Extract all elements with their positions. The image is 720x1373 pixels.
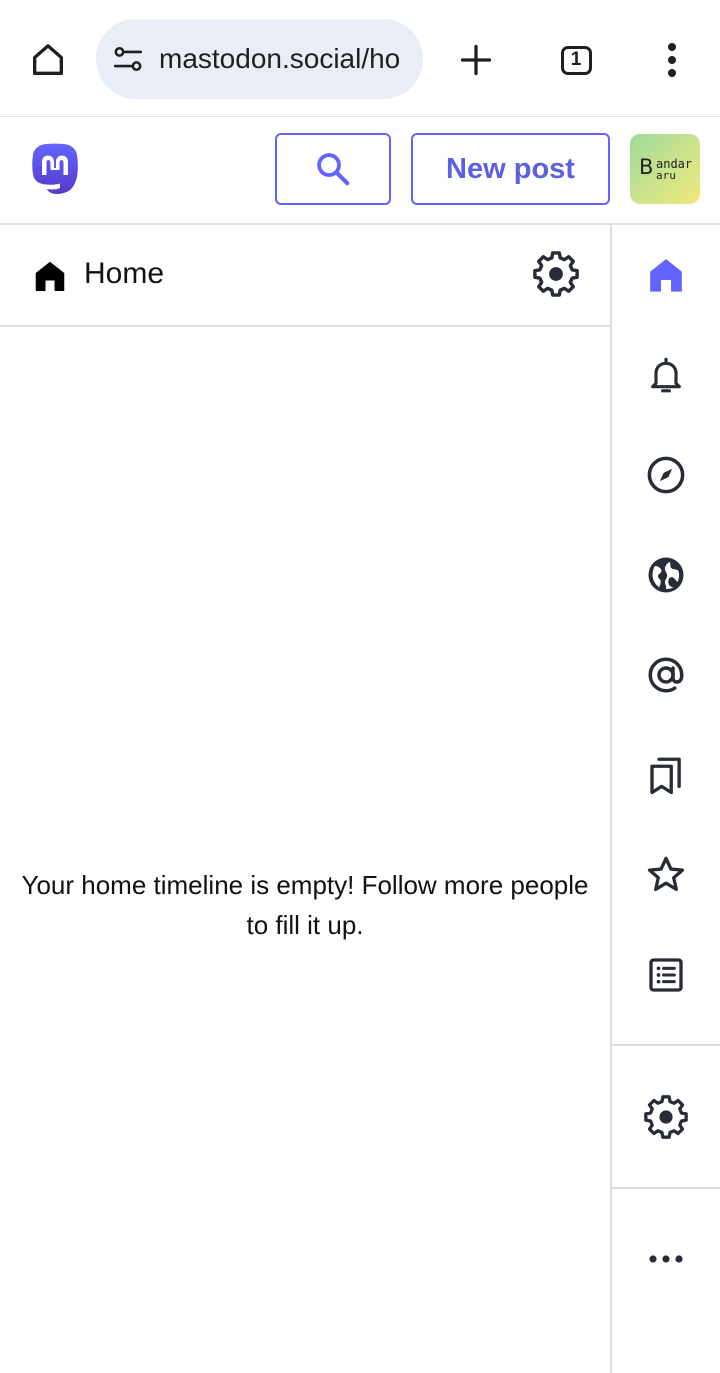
mastodon-logo-icon[interactable] xyxy=(30,143,80,195)
nav-more[interactable] xyxy=(612,1219,720,1299)
new-post-button[interactable]: New post xyxy=(411,133,610,205)
list-icon xyxy=(649,958,683,992)
nav-divider xyxy=(612,1187,720,1189)
bookmarks-icon xyxy=(650,757,681,795)
at-icon xyxy=(648,657,684,693)
nav-divider xyxy=(612,1044,720,1046)
plus-icon xyxy=(460,44,492,76)
nav-bookmarks[interactable] xyxy=(612,735,720,815)
tab-count: 1 xyxy=(570,49,582,70)
home-column: Home Your home timeline is empty! Follow… xyxy=(0,225,612,1373)
home-icon xyxy=(35,261,65,291)
home-icon xyxy=(650,259,682,292)
compass-icon xyxy=(647,456,685,494)
search-button[interactable] xyxy=(275,133,391,205)
column-header[interactable]: Home xyxy=(0,225,610,327)
browser-home-button[interactable] xyxy=(24,36,72,84)
browser-toolbar: mastodon.social/ho 1 xyxy=(0,0,720,117)
avatar-text-line2: aru xyxy=(656,169,676,182)
gear-icon xyxy=(644,1095,688,1139)
address-bar[interactable]: mastodon.social/ho xyxy=(96,19,423,99)
empty-timeline-message: Your home timeline is empty! Follow more… xyxy=(21,870,589,940)
avatar-initial: B xyxy=(639,155,654,179)
gear-icon[interactable] xyxy=(533,251,579,297)
column-title: Home xyxy=(84,257,165,290)
bell-icon xyxy=(651,357,681,393)
tabs-counter-icon: 1 xyxy=(560,45,592,75)
nav-home[interactable] xyxy=(612,235,720,315)
more-horizontal-icon xyxy=(649,1255,683,1263)
star-icon xyxy=(647,856,685,892)
home-outline-icon xyxy=(33,44,63,76)
nav-mentions[interactable] xyxy=(612,635,720,715)
nav-live-feeds[interactable] xyxy=(612,535,720,615)
globe-icon xyxy=(648,557,684,593)
nav-explore[interactable] xyxy=(612,435,720,515)
browser-menu-button[interactable] xyxy=(648,36,696,84)
search-icon xyxy=(317,153,350,186)
more-vert-icon xyxy=(668,43,676,77)
nav-lists[interactable] xyxy=(612,935,720,1015)
tune-icon[interactable] xyxy=(111,42,145,76)
nav-notifications[interactable] xyxy=(612,335,720,415)
nav-favorites[interactable] xyxy=(612,835,720,915)
navigation-panel xyxy=(612,225,720,1373)
avatar[interactable]: B andar aru xyxy=(630,134,700,204)
url-text[interactable]: mastodon.social/ho xyxy=(159,43,400,75)
tab-switcher-button[interactable]: 1 xyxy=(552,36,600,84)
app-header: New post B andar aru xyxy=(0,117,720,225)
new-tab-button[interactable] xyxy=(452,36,500,84)
nav-preferences[interactable] xyxy=(612,1077,720,1157)
